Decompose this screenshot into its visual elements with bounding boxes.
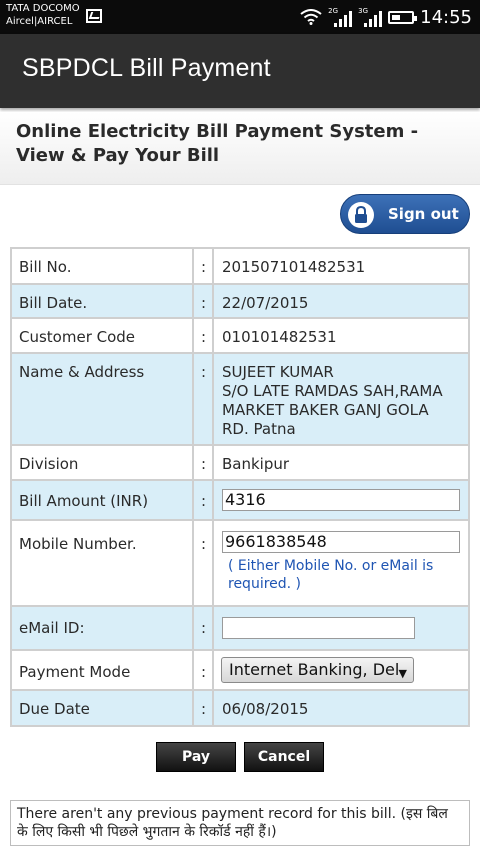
battery-icon — [388, 10, 418, 24]
app-title: SBPDCL Bill Payment — [22, 54, 271, 82]
address-line: RD. Patna — [222, 420, 296, 438]
app-bar: SBPDCL Bill Payment — [0, 34, 480, 108]
signal-2g-icon: 2G — [328, 7, 353, 27]
row-name-address: Name & Address : SUJEET KUMAR S/O LATE R… — [12, 354, 468, 446]
status-icons: 2G 3G 14:55 — [300, 5, 472, 29]
payment-mode-selected: Internet Banking, Del — [229, 660, 400, 679]
bill-no-value: 201507101482531 — [222, 258, 366, 276]
row-email: eMail ID: : — [12, 607, 468, 651]
name-address-value: SUJEET KUMAR S/O LATE RAMDAS SAH,RAMA MA… — [214, 354, 468, 444]
row-division: Division : Bankipur — [12, 446, 468, 481]
carrier-secondary: Aircel|AIRCEL — [6, 16, 73, 27]
wifi-icon — [300, 9, 322, 25]
bill-amount-cell: 4316 — [214, 481, 468, 519]
email-input[interactable] — [222, 617, 415, 639]
bill-date-label: Bill Date. — [12, 285, 194, 317]
payment-mode-select[interactable]: Internet Banking, Del ▼ — [221, 657, 414, 683]
mobile-colon: : — [194, 521, 214, 605]
page-header: Online Electricity Bill Payment System -… — [0, 112, 480, 185]
bill-date-colon: : — [194, 285, 214, 317]
row-bill-date: Bill Date. : 22/07/2015 — [12, 285, 468, 319]
page-title: Online Electricity Bill Payment System -… — [16, 121, 419, 166]
bill-amount-label: Bill Amount (INR) — [12, 481, 194, 519]
dropdown-arrow-icon: ▼ — [398, 667, 407, 680]
payment-mode-colon: : — [194, 651, 214, 689]
pay-button[interactable]: Pay — [156, 742, 236, 772]
row-bill-no: Bill No. : 201507101482531 — [12, 249, 468, 285]
customer-code-colon: : — [194, 319, 214, 352]
bill-details-table: Bill No. : 201507101482531 Bill Date. : … — [10, 247, 470, 727]
mobile-number-input[interactable]: 9661838548 — [222, 531, 460, 553]
due-date-colon: : — [194, 691, 214, 725]
payment-mode-label: Payment Mode — [12, 651, 194, 689]
sign-out-label: Sign out — [388, 205, 459, 223]
mobile-label: Mobile Number. — [12, 521, 194, 605]
email-label: eMail ID: — [12, 607, 194, 649]
payment-mode-cell: Internet Banking, Del ▼ — [214, 651, 468, 689]
signal-3g-icon: 3G — [358, 7, 383, 27]
row-payment-mode: Payment Mode : Internet Banking, Del ▼ — [12, 651, 468, 691]
row-mobile: Mobile Number. : 9661838548 ( Either Mob… — [12, 521, 468, 607]
email-cell — [214, 607, 468, 649]
mobile-cell: 9661838548 ( Either Mobile No. or eMail … — [214, 521, 468, 605]
row-bill-amount: Bill Amount (INR) : 4316 — [12, 481, 468, 521]
division-label: Division — [12, 446, 194, 479]
status-clock: 14:55 — [420, 6, 472, 28]
name-address-label: Name & Address — [12, 354, 194, 444]
address-line: MARKET BAKER GANJ GOLA — [222, 401, 429, 419]
customer-code-label: Customer Code — [12, 319, 194, 352]
bill-amount-colon: : — [194, 481, 214, 519]
name-address-colon: : — [194, 354, 214, 444]
division-colon: : — [194, 446, 214, 479]
cancel-button[interactable]: Cancel — [244, 742, 324, 772]
carrier-primary: TATA DOCOMO — [6, 3, 80, 14]
image-notification-icon — [86, 9, 102, 23]
row-customer-code: Customer Code : 010101482531 — [12, 319, 468, 354]
name-line: SUJEET KUMAR — [222, 363, 334, 381]
payment-history-message: There aren't any previous payment record… — [10, 800, 470, 846]
due-date-label: Due Date — [12, 691, 194, 725]
bill-date-value: 22/07/2015 — [222, 294, 309, 312]
email-colon: : — [194, 607, 214, 649]
row-due-date: Due Date : 06/08/2015 — [12, 691, 468, 725]
bill-no-colon: : — [194, 249, 214, 283]
contact-required-hint: ( Either Mobile No. or eMail is required… — [228, 558, 434, 592]
bill-amount-input[interactable]: 4316 — [222, 489, 460, 511]
division-value: Bankipur — [222, 455, 290, 473]
customer-code-value: 010101482531 — [222, 328, 337, 346]
due-date-value: 06/08/2015 — [222, 700, 309, 718]
address-line: S/O LATE RAMDAS SAH,RAMA — [222, 382, 443, 400]
carrier-info: TATA DOCOMO Aircel|AIRCEL — [6, 2, 80, 28]
status-bar: TATA DOCOMO Aircel|AIRCEL 2G 3G 14:55 — [0, 0, 480, 34]
lock-icon — [348, 202, 374, 228]
bill-no-label: Bill No. — [12, 249, 194, 283]
sign-out-button[interactable]: Sign out — [340, 194, 470, 234]
